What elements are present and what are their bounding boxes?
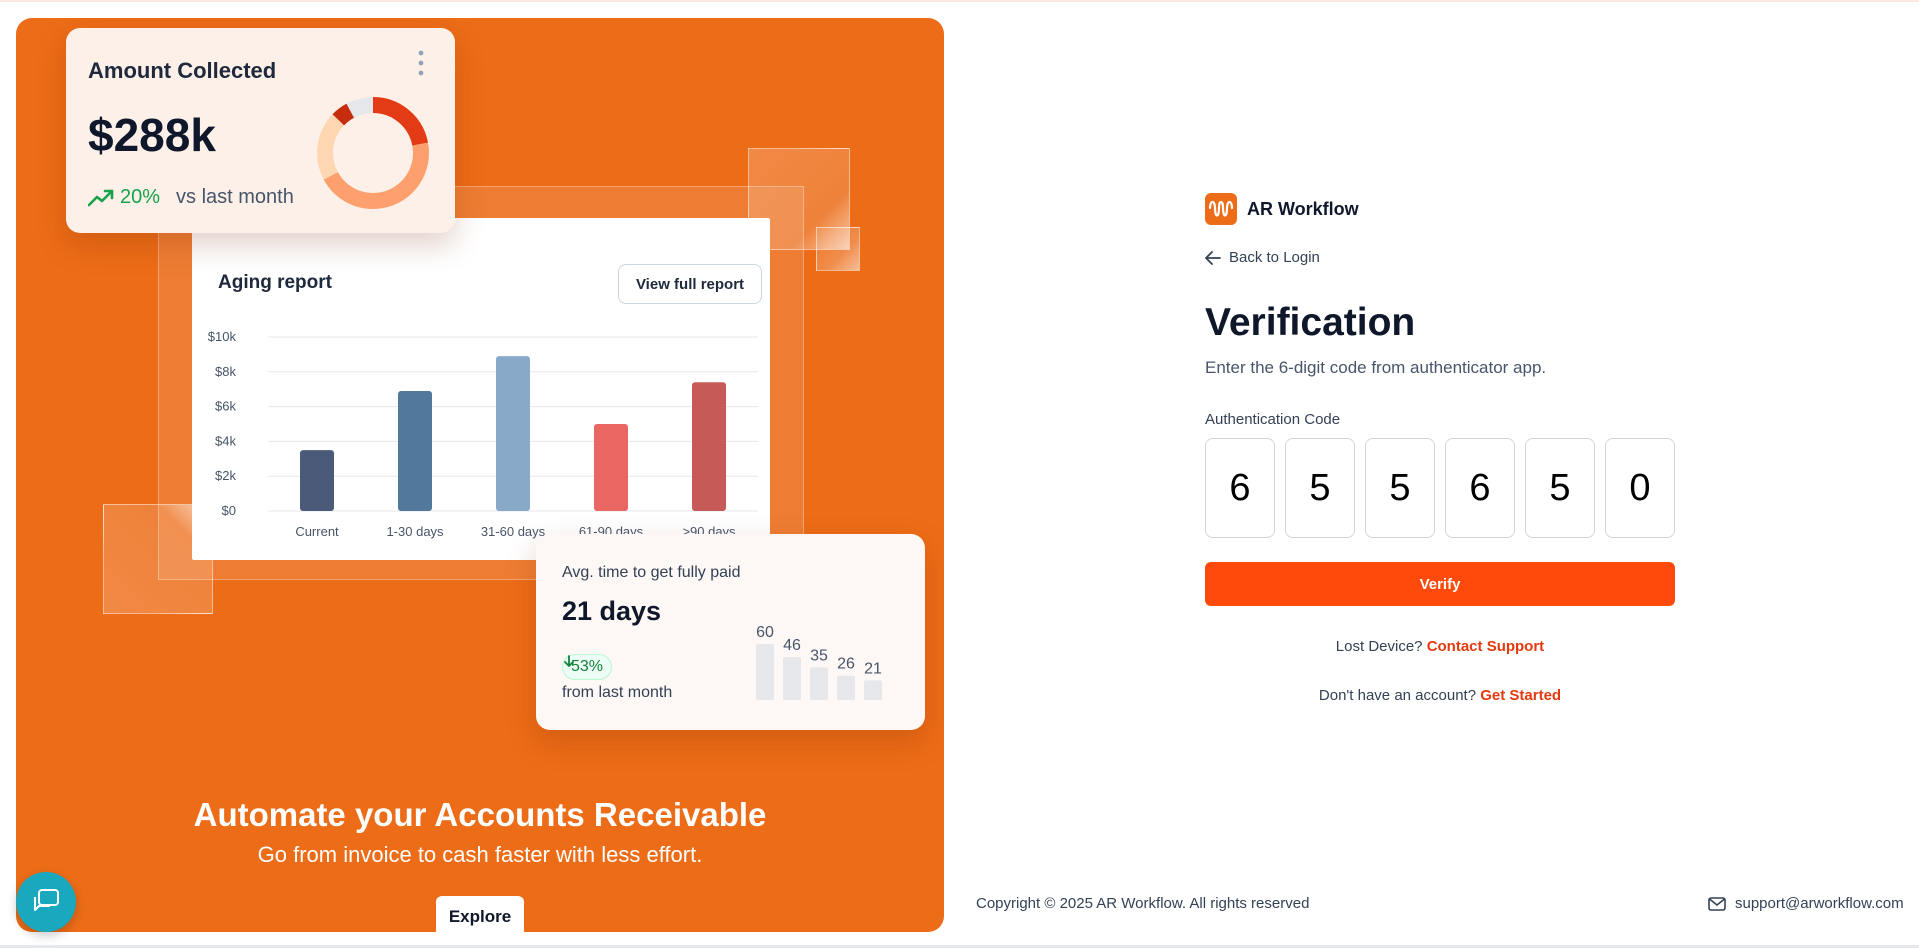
amount-collected-card: Amount Collected $288k 20% vs last month [66,28,455,233]
code-digit-3[interactable]: 5 [1365,438,1435,538]
get-started-line: Don't have an account? Get Started [1205,687,1675,704]
hero-panel: Aging report View full report $0 $2k $4k $6… [16,18,944,932]
hero-headline: Automate your Accounts Receivable [193,796,767,833]
brand-name: AR Workflow [1247,198,1359,219]
hero-subheadline: Go from invoice to cash faster with less… [257,842,703,867]
aging-report-chart: $0$2k$4k$6k$8k$10kCurrent 1-30 days 31-60 … [208,329,758,539]
avg-bar-label: 46 [783,637,801,654]
chat-icon [34,889,59,911]
code-digit-1[interactable]: 6 [1205,438,1275,538]
code-digit-5[interactable]: 5 [1525,438,1595,538]
verify-button[interactable]: Verify [1205,562,1675,606]
lost-device-line: Lost Device? Contact Support [1205,638,1675,655]
more-options-icon[interactable] [418,50,424,76]
avg-bar [756,644,774,700]
code-digit-4[interactable]: 6 [1445,438,1515,538]
growth-note: vs last month [176,186,294,208]
avg-bar-label: 60 [756,624,774,641]
arrow-left-icon [1205,250,1221,265]
back-to-login-label: Back to Login [1229,249,1320,266]
y-tick-label: $0 [222,503,236,518]
x-tick-label: Current [295,524,339,539]
decorative-square [103,504,213,614]
code-digit-2[interactable]: 5 [1285,438,1355,538]
contact-support-link[interactable]: Contact Support [1427,638,1545,655]
avg-bar [837,675,855,700]
top-border [0,0,1919,2]
get-started-link[interactable]: Get Started [1480,687,1561,704]
y-tick-label: $2k [215,468,236,483]
support-email-link[interactable]: support@arworkflow.com [1708,895,1904,912]
page-title: Verification [1205,301,1416,344]
y-tick-label: $8k [215,364,236,379]
aging-bar [300,450,334,511]
chat-widget-button[interactable] [16,872,76,932]
brand: AR Workflow [1205,193,1359,225]
lost-device-text: Lost Device? [1335,638,1423,655]
avg-time-card: Avg. time to get fully paid 21 days 53% … [536,534,925,730]
auth-code-inputs: 6 5 5 6 5 0 [1205,438,1675,538]
aging-report-card: Aging report View full report $0 $2k $4k $6… [192,218,770,560]
growth-value: 20% [120,186,161,208]
avg-bar [864,680,882,700]
y-tick-label: $6k [215,399,236,414]
avg-bar-label: 26 [837,656,855,673]
back-to-login-link[interactable]: Back to Login [1205,249,1320,266]
y-tick-label: $10k [208,329,237,344]
y-tick-label: $4k [215,433,236,448]
code-digit-6[interactable]: 0 [1605,438,1675,538]
mail-icon [1708,896,1726,911]
auth-code-label: Authentication Code [1205,411,1341,428]
x-tick-label: 1-30 days [386,524,444,539]
explore-button[interactable]: Explore [436,896,524,932]
growth-indicator: 20% vs last month [88,186,294,209]
aging-bar [692,382,726,511]
trending-up-icon [88,189,114,206]
copyright: Copyright © 2025 AR Workflow. All rights… [976,895,1310,912]
collected-donut-chart [317,97,429,209]
support-email: support@arworkflow.com [1735,895,1904,912]
avg-bar [783,657,801,700]
no-account-text: Don't have an account? [1318,687,1477,704]
brand-logo-icon [1205,193,1237,225]
decorative-square [816,227,860,271]
avg-time-mini-chart: 60 46 35 26 21 [756,624,882,700]
avg-bar [810,667,828,700]
avg-bar-label: 21 [864,660,882,677]
page-subtitle: Enter the 6-digit code from authenticato… [1205,358,1547,377]
aging-bar [398,390,432,511]
amount-collected-title: Amount Collected [88,58,277,83]
amount-collected-value: $288k [88,109,216,161]
aging-bar [594,424,628,511]
avg-bar-label: 35 [810,647,828,664]
aging-bar [496,356,530,511]
